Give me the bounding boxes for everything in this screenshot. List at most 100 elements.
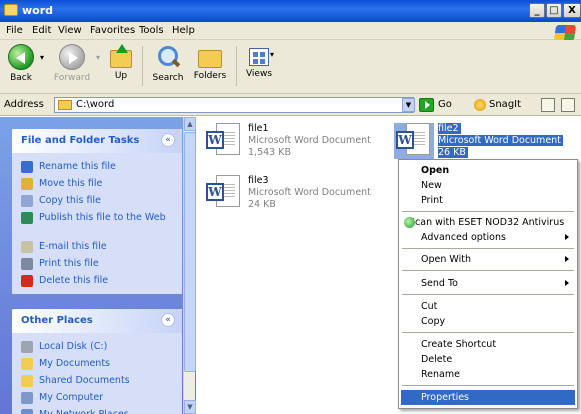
menu-tools[interactable]: Tools [139, 25, 164, 36]
task-item[interactable]: Print this file [12, 256, 182, 273]
toolbar-separator [142, 46, 143, 86]
maximize-button[interactable]: □ [546, 3, 562, 18]
menu-help[interactable]: Help [172, 25, 195, 36]
views-dropdown-icon[interactable]: ▾ [270, 50, 274, 59]
menu-item-cut[interactable]: Cut [401, 299, 575, 314]
forward-label: Forward [53, 73, 91, 83]
back-arrow-icon [8, 44, 34, 70]
file-item-file1[interactable]: W file1 Microsoft Word Document 1,543 KB [204, 123, 374, 167]
folder-icon [21, 358, 33, 370]
task-item[interactable]: Move this file [12, 176, 182, 193]
menu-item-advanced-options[interactable]: Advanced options [401, 230, 575, 245]
menu-item-properties[interactable]: Properties [401, 390, 575, 405]
rename-icon [21, 161, 33, 173]
collapse-chevron-icon[interactable]: « [161, 313, 175, 327]
menu-favorites[interactable]: Favorites [90, 25, 135, 36]
computer-icon [21, 392, 33, 404]
back-button[interactable]: Back [4, 44, 38, 83]
snagit-icon[interactable] [474, 99, 486, 111]
menu-separator [402, 294, 574, 295]
search-icon [155, 44, 181, 70]
menu-item-rename[interactable]: Rename [401, 367, 575, 382]
task-item[interactable]: Delete this file [12, 273, 182, 290]
menu-separator [402, 248, 574, 249]
menu-separator [402, 211, 574, 212]
place-item-label: Shared Documents [39, 375, 130, 386]
place-item[interactable]: Local Disk (C:) [12, 339, 182, 356]
task-item[interactable]: Publish this file to the Web [12, 210, 182, 239]
place-item-label: My Documents [39, 358, 111, 369]
printer-icon [21, 258, 33, 270]
scroll-down-button[interactable]: ▼ [184, 400, 196, 414]
other-places-header[interactable]: Other Places « [12, 309, 182, 333]
address-dropdown-button[interactable]: ▼ [402, 98, 415, 112]
file-size: 24 KB [248, 199, 276, 210]
place-item[interactable]: My Documents [12, 356, 182, 373]
place-item[interactable]: Shared Documents [12, 373, 182, 390]
disk-icon [21, 341, 33, 353]
menu-item-print[interactable]: Print [401, 193, 575, 208]
file-type: Microsoft Word Document [248, 187, 371, 198]
menu-item-label: Open With [421, 254, 471, 265]
address-input[interactable]: C:\word [54, 97, 414, 113]
capture-window-icon[interactable] [541, 98, 555, 112]
menu-item-label: Send To [421, 278, 458, 289]
menu-edit[interactable]: Edit [32, 25, 51, 36]
go-button[interactable]: Go [438, 99, 452, 110]
menu-item-label: Advanced options [421, 232, 506, 243]
network-icon [21, 409, 33, 414]
folder-icon [58, 100, 72, 110]
forward-dropdown-icon[interactable]: ▾ [96, 53, 100, 62]
menu-item-send-to[interactable]: Send To [401, 276, 575, 291]
file-item-file3[interactable]: W file3 Microsoft Word Document 24 KB [204, 175, 374, 219]
file-name: file3 [248, 175, 269, 186]
scroll-thumb[interactable] [184, 132, 196, 372]
back-dropdown-icon[interactable]: ▾ [40, 53, 44, 62]
word-document-icon: W [204, 123, 244, 159]
folders-icon [198, 50, 222, 68]
up-button[interactable]: Up [106, 44, 136, 81]
word-document-icon: W [394, 123, 434, 159]
copy-icon [21, 195, 33, 207]
title-bar[interactable]: word _ □ X [0, 0, 581, 22]
file-size: 26 KB [438, 147, 468, 158]
folders-button[interactable]: Folders [190, 44, 230, 81]
menu-item-new[interactable]: New [401, 178, 575, 193]
search-button[interactable]: Search [148, 44, 188, 83]
menu-file[interactable]: File [6, 25, 23, 36]
folder-icon [4, 4, 18, 16]
go-arrow-icon[interactable] [419, 98, 434, 112]
menu-item-scan-nod32[interactable]: Scan with ESET NOD32 Antivirus [401, 215, 575, 230]
place-item-label: My Computer [39, 392, 104, 403]
scroll-up-button[interactable]: ▲ [184, 117, 196, 131]
capture-region-icon[interactable] [561, 98, 575, 112]
menu-item-open-with[interactable]: Open With [401, 252, 575, 267]
menu-item-open[interactable]: Open [401, 163, 575, 178]
delete-icon [21, 275, 33, 287]
submenu-arrow-icon [565, 234, 569, 240]
collapse-chevron-icon[interactable]: « [161, 133, 175, 147]
file-folder-tasks-header[interactable]: File and Folder Tasks « [12, 129, 182, 153]
windows-logo-icon [553, 25, 577, 41]
snagit-button[interactable]: SnagIt [489, 99, 521, 110]
forward-button[interactable]: Forward [50, 44, 94, 83]
place-item[interactable]: My Network Places [12, 407, 182, 414]
task-item[interactable]: E-mail this file [12, 239, 182, 256]
task-item-label: Rename this file [39, 161, 116, 172]
task-item[interactable]: Copy this file [12, 193, 182, 210]
place-item[interactable]: My Computer [12, 390, 182, 407]
back-label: Back [10, 73, 32, 83]
task-pane-scrollbar[interactable]: ▲ ▼ [183, 117, 196, 414]
menu-item-delete[interactable]: Delete [401, 352, 575, 367]
panel-title: Other Places [21, 315, 93, 326]
task-item-label: E-mail this file [39, 241, 107, 252]
task-item[interactable]: Rename this file [12, 159, 182, 176]
email-icon [21, 241, 33, 253]
menu-view[interactable]: View [58, 25, 82, 36]
menu-item-copy[interactable]: Copy [401, 314, 575, 329]
menu-separator [402, 332, 574, 333]
menu-bar: File Edit View Favorites Tools Help [0, 22, 581, 41]
menu-item-create-shortcut[interactable]: Create Shortcut [401, 337, 575, 352]
close-button[interactable]: X [563, 3, 581, 18]
minimize-button[interactable]: _ [529, 3, 545, 18]
